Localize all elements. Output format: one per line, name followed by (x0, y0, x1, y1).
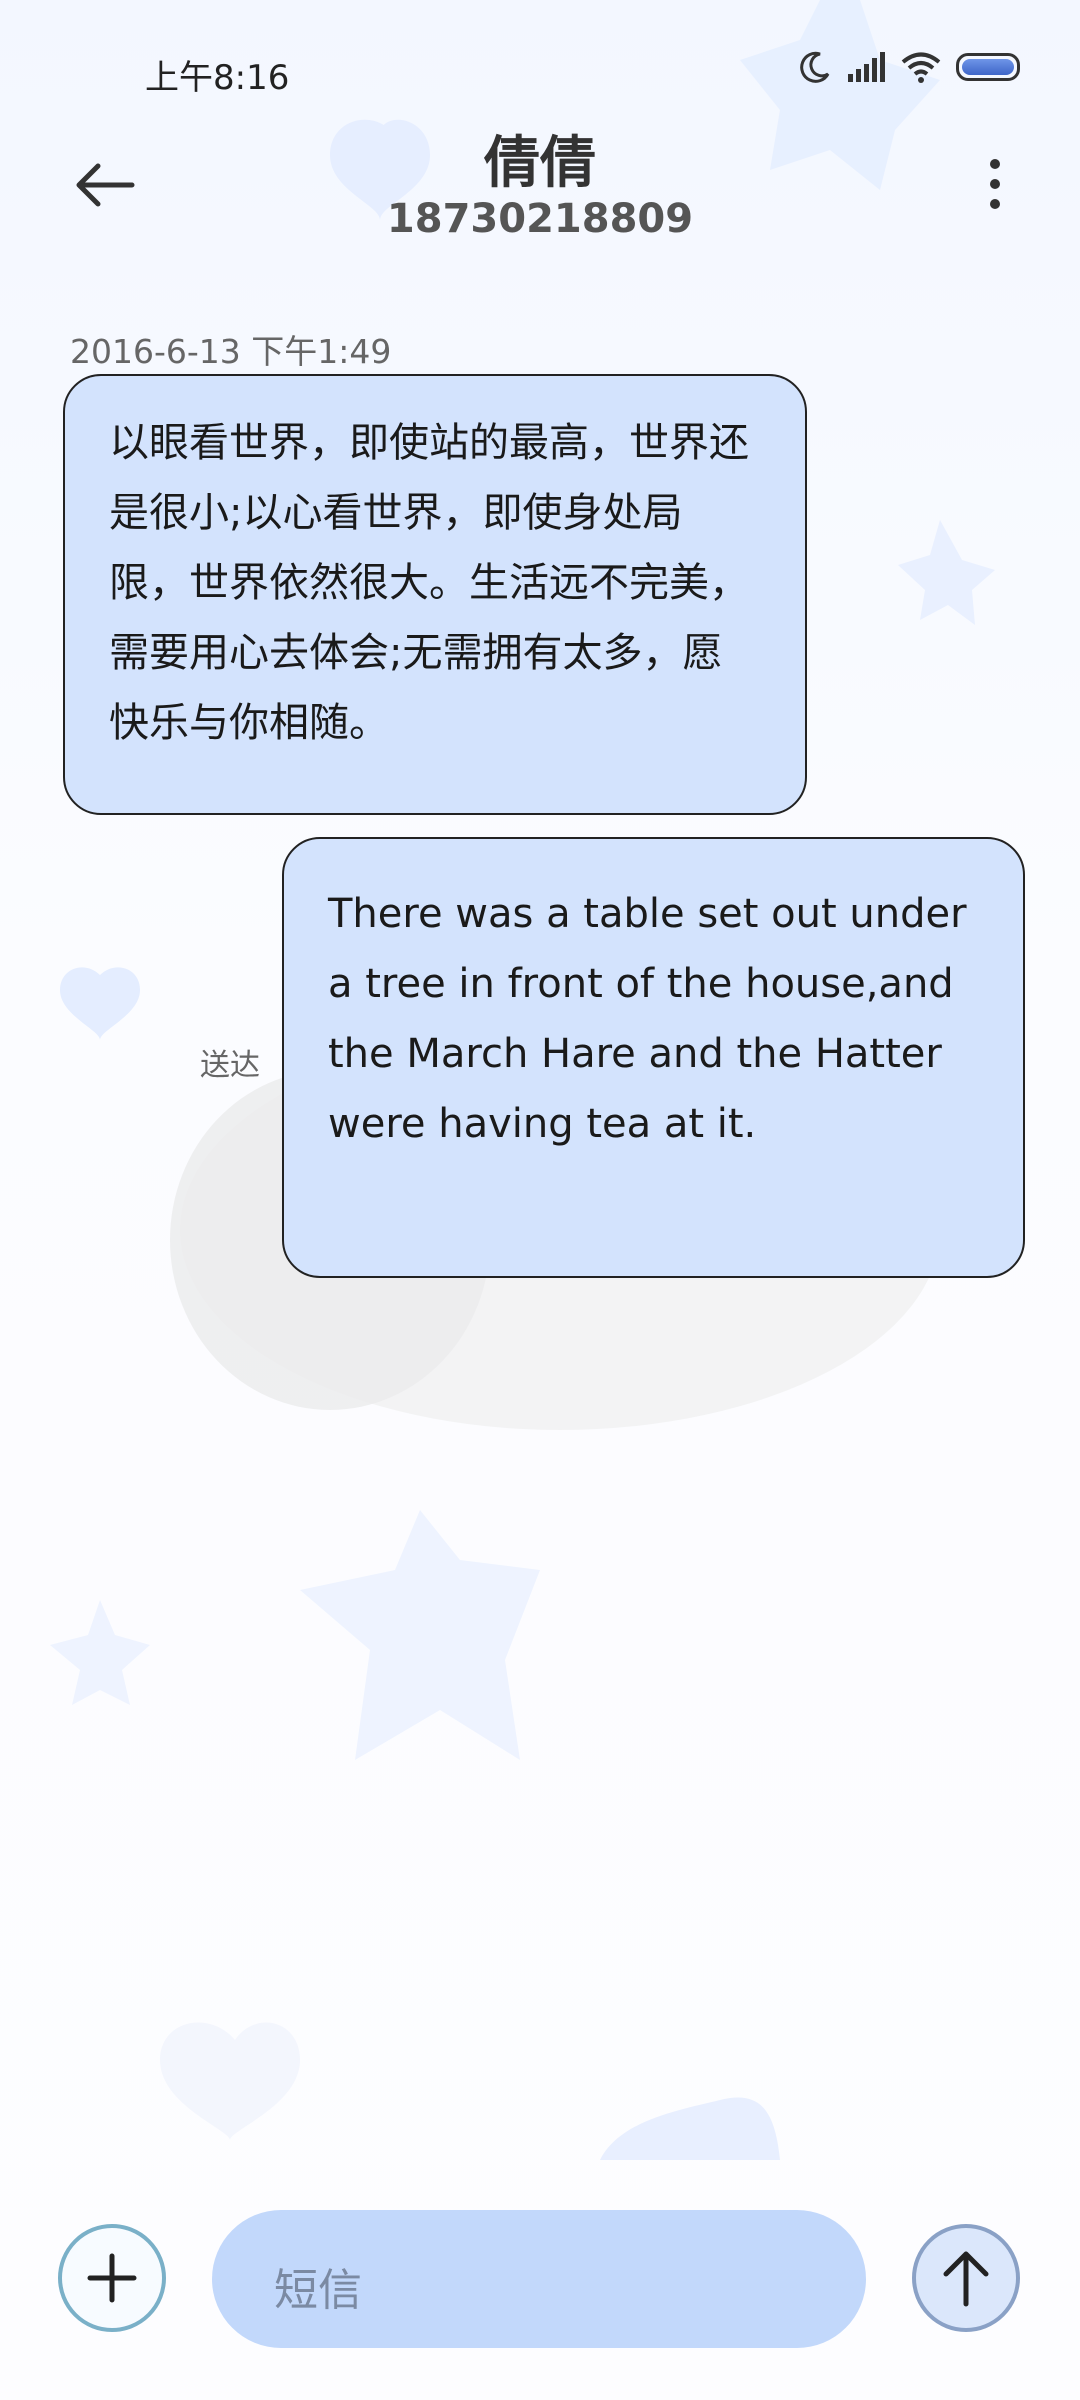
outgoing-message-bubble[interactable]: There was a table set out under a tree i… (282, 837, 1025, 1278)
contact-name: 倩倩 (484, 131, 596, 196)
moon-icon (800, 51, 830, 83)
arrow-up-icon (943, 2251, 989, 2307)
status-bar: 上午8:16 (0, 40, 1080, 100)
incoming-message-text: 以眼看世界，即使站的最高，世界还是很小;以心看世界，即使身处局限，世界依然很大。… (109, 420, 749, 746)
more-vertical-icon (990, 159, 1000, 209)
message-timestamp: 2016-6-13 下午1:49 (70, 332, 392, 371)
wifi-icon (901, 52, 941, 83)
battery-icon (956, 53, 1020, 81)
plus-icon (87, 2253, 137, 2303)
message-input[interactable]: 短信 (212, 2210, 866, 2348)
outgoing-message-text: There was a table set out under a tree i… (328, 891, 967, 1147)
incoming-message-bubble[interactable]: 以眼看世界，即使站的最高，世界还是很小;以心看世界，即使身处局限，世界依然很大。… (63, 374, 807, 815)
status-icons (798, 50, 1020, 84)
delivery-status: 送达 (200, 1048, 260, 1083)
signal-icon (848, 52, 885, 82)
status-time: 上午8:16 (145, 58, 290, 98)
add-attachment-button[interactable] (58, 2224, 166, 2332)
more-options-button[interactable] (960, 150, 1030, 220)
send-button[interactable] (912, 2224, 1020, 2332)
contact-phone-number: 18730218809 (386, 196, 694, 242)
message-input-placeholder: 短信 (274, 2265, 362, 2316)
